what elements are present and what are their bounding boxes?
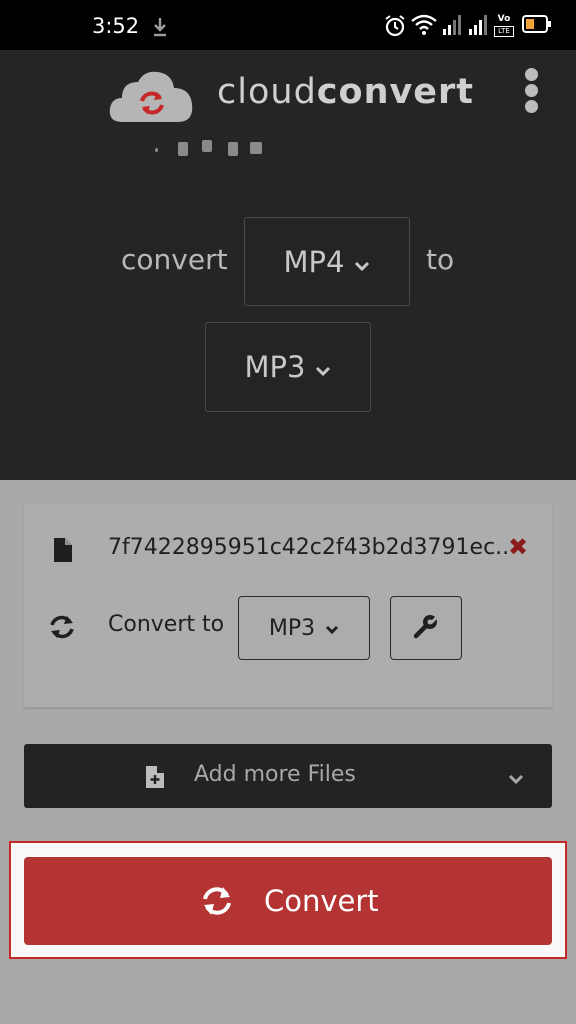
to-format-value: MP3 bbox=[244, 350, 306, 384]
volte-label: Vo bbox=[497, 14, 511, 24]
clipped-text bbox=[150, 132, 270, 156]
add-more-files-label: Add more Files bbox=[194, 762, 356, 787]
from-format-dropdown[interactable]: MP4 bbox=[244, 217, 410, 306]
brand-name[interactable]: cloudconvert bbox=[217, 72, 474, 112]
brand-name-bold: convert bbox=[316, 72, 475, 112]
convert-label: convert bbox=[121, 243, 228, 276]
chevron-down-icon bbox=[325, 616, 339, 641]
from-format-value: MP4 bbox=[283, 244, 345, 279]
convert-button[interactable]: Convert bbox=[24, 857, 552, 945]
brand-name-light: cloud bbox=[217, 72, 317, 112]
chevron-down-icon bbox=[315, 350, 331, 384]
sync-icon bbox=[201, 885, 233, 921]
lte-label: LTE bbox=[494, 26, 514, 37]
wrench-icon bbox=[413, 613, 439, 643]
signal-icon bbox=[469, 15, 487, 35]
signal-icon bbox=[443, 15, 461, 35]
convert-to-label: Convert to bbox=[108, 612, 225, 637]
target-format-value: MP3 bbox=[268, 615, 316, 641]
to-label: to bbox=[426, 243, 455, 276]
file-name: 7f7422895951c42c2f43b2d3791ec... bbox=[108, 535, 510, 560]
status-time: 3:52 bbox=[92, 14, 140, 38]
alarm-icon bbox=[385, 15, 405, 37]
volte-icon: Vo LTE bbox=[494, 14, 514, 38]
cloudconvert-logo-icon[interactable] bbox=[108, 68, 196, 128]
status-bar: 3:52 Vo LTE bbox=[0, 0, 576, 50]
file-icon bbox=[53, 537, 73, 567]
chevron-down-icon bbox=[508, 771, 524, 790]
chevron-down-icon bbox=[354, 245, 370, 279]
add-more-files-button[interactable]: Add more Files bbox=[24, 744, 552, 808]
settings-button[interactable] bbox=[390, 596, 462, 660]
file-plus-icon bbox=[145, 765, 165, 793]
convert-button-label: Convert bbox=[264, 884, 379, 918]
sync-icon bbox=[48, 613, 76, 645]
kebab-menu-icon[interactable] bbox=[520, 68, 544, 114]
wifi-icon bbox=[411, 14, 437, 35]
to-format-dropdown[interactable]: MP3 bbox=[205, 322, 371, 412]
battery-icon bbox=[522, 15, 551, 33]
page: 3:52 Vo LTE cloudconvert convert MP4 to … bbox=[0, 0, 576, 1024]
download-icon bbox=[152, 16, 168, 42]
target-format-dropdown[interactable]: MP3 bbox=[238, 596, 370, 660]
remove-file-icon[interactable]: ✖ bbox=[508, 533, 528, 561]
